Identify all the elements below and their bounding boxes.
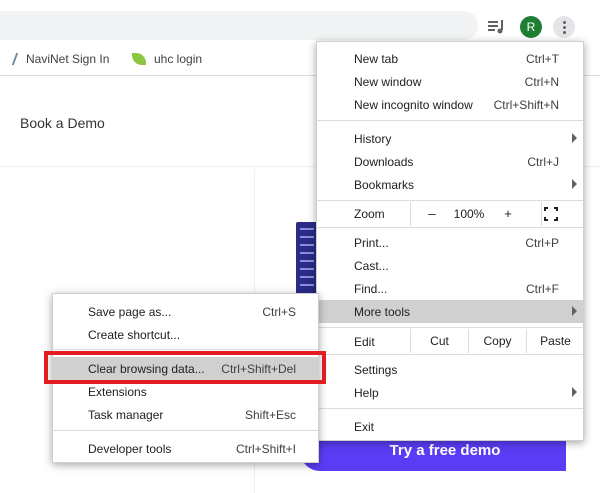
bookmark-label: NaviNet Sign In: [26, 52, 110, 66]
menu-item-save-page[interactable]: Save page as... Ctrl+S: [53, 300, 318, 323]
leaf-icon: [132, 53, 146, 65]
chevron-right-icon: [572, 306, 577, 316]
menu-item-exit[interactable]: Exit: [317, 415, 583, 438]
menu-shortcut: Ctrl+T: [526, 51, 559, 66]
media-control-icon[interactable]: [486, 16, 508, 38]
menu-label: Developer tools: [88, 441, 172, 456]
menu-shortcut: Ctrl+P: [525, 235, 559, 250]
menu-label: More tools: [354, 304, 411, 319]
edit-row: Edit Cut Copy Paste: [317, 329, 583, 353]
menu-label: New tab: [354, 51, 399, 66]
menu-label: Create shortcut...: [88, 327, 181, 342]
zoom-in-button[interactable]: +: [499, 206, 517, 221]
menu-label: Settings: [354, 362, 398, 377]
chevron-right-icon: [572, 133, 577, 143]
chrome-main-menu: New tab Ctrl+T New window Ctrl+N New inc…: [316, 41, 584, 441]
bookmark-label: uhc login: [154, 52, 203, 66]
menu-label: Help: [354, 385, 379, 400]
menu-separator: [53, 349, 318, 350]
menu-shortcut: Ctrl+Shift+I: [235, 441, 296, 456]
zoom-row: Zoom – 100% +: [317, 202, 583, 226]
menu-item-help[interactable]: Help: [317, 381, 583, 404]
menu-item-history[interactable]: History: [317, 127, 583, 150]
menu-label: New incognito window: [354, 97, 473, 112]
menu-label: History: [354, 131, 392, 146]
cut-button[interactable]: Cut: [410, 329, 468, 353]
menu-label: Exit: [354, 419, 375, 434]
menu-label: Find...: [354, 281, 388, 296]
menu-item-settings[interactable]: Settings: [317, 358, 583, 381]
zoom-label: Zoom: [354, 207, 385, 221]
three-dot-menu-icon[interactable]: [553, 16, 575, 38]
address-bar[interactable]: [0, 11, 478, 40]
menu-separator: [53, 430, 318, 431]
chevron-right-icon: [572, 387, 577, 397]
menu-item-developer-tools[interactable]: Developer tools Ctrl+Shift+I: [53, 437, 318, 460]
zoom-level: 100%: [453, 207, 485, 221]
menu-separator: [317, 327, 583, 328]
menu-item-print[interactable]: Print... Ctrl+P: [317, 231, 583, 254]
menu-label: Cast...: [354, 258, 389, 273]
menu-separator: [317, 200, 583, 201]
paste-button[interactable]: Paste: [526, 329, 584, 353]
menu-item-downloads[interactable]: Downloads Ctrl+J: [317, 150, 583, 173]
menu-label: Task manager: [88, 407, 164, 422]
menu-label: New window: [354, 74, 422, 89]
menu-separator: [317, 120, 583, 121]
zoom-controls: – 100% +: [410, 202, 542, 226]
highlight-annotation: [44, 351, 326, 384]
menu-item-create-shortcut[interactable]: Create shortcut...: [53, 323, 318, 346]
menu-item-bookmarks[interactable]: Bookmarks: [317, 173, 583, 196]
menu-shortcut: Shift+Esc: [244, 407, 296, 422]
menu-label: Print...: [354, 235, 389, 250]
profile-avatar[interactable]: R: [520, 16, 542, 38]
copy-button[interactable]: Copy: [468, 329, 526, 353]
menu-item-new-tab[interactable]: New tab Ctrl+T: [317, 47, 583, 70]
edit-label: Edit: [354, 335, 375, 349]
menu-shortcut: Ctrl+J: [527, 154, 559, 169]
bookmark-uhc[interactable]: uhc login: [132, 52, 202, 66]
bookmark-navinet[interactable]: NaviNet Sign In: [11, 52, 110, 66]
menu-shortcut: Ctrl+N: [524, 74, 559, 89]
zoom-out-button[interactable]: –: [423, 206, 441, 221]
menu-item-new-incognito[interactable]: New incognito window Ctrl+Shift+N: [317, 93, 583, 116]
menu-separator: [317, 354, 583, 355]
menu-label: Extensions: [88, 384, 147, 399]
slash-icon: [11, 53, 21, 65]
menu-shortcut: Ctrl+Shift+N: [493, 97, 559, 112]
menu-item-new-window[interactable]: New window Ctrl+N: [317, 70, 583, 93]
menu-item-cast[interactable]: Cast...: [317, 254, 583, 277]
menu-label: Bookmarks: [354, 177, 415, 192]
menu-separator: [317, 408, 583, 409]
chevron-right-icon: [572, 179, 577, 189]
menu-label: Downloads: [354, 154, 414, 169]
browser-toolbar: R: [0, 0, 600, 40]
menu-item-task-manager[interactable]: Task manager Shift+Esc: [53, 403, 318, 426]
product-screenshot: [296, 222, 318, 302]
menu-separator: [317, 227, 583, 228]
fullscreen-icon[interactable]: [544, 207, 558, 221]
book-demo-link[interactable]: Book a Demo: [20, 115, 105, 131]
menu-shortcut: Ctrl+F: [526, 281, 559, 296]
menu-label: Save page as...: [88, 304, 172, 319]
menu-item-find[interactable]: Find... Ctrl+F: [317, 277, 583, 300]
menu-item-more-tools[interactable]: More tools: [317, 300, 583, 323]
avatar-letter: R: [526, 20, 536, 34]
menu-shortcut: Ctrl+S: [262, 304, 296, 319]
